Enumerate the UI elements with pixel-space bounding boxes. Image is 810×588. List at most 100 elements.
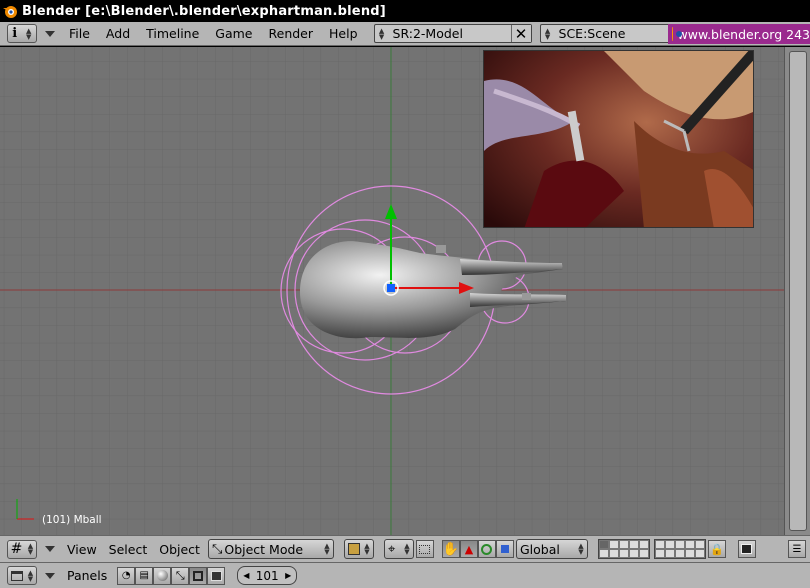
layer-button[interactable] xyxy=(628,540,639,549)
object-context-button[interactable]: ⤡ xyxy=(171,566,190,585)
panels-menu[interactable]: Panels xyxy=(61,568,113,583)
info-icon: i xyxy=(12,26,18,41)
layer-button[interactable] xyxy=(674,549,685,558)
menu-help[interactable]: Help xyxy=(321,24,366,44)
manipulator-toggle[interactable]: ✋ xyxy=(441,540,460,558)
menu-game[interactable]: Game xyxy=(207,24,260,44)
screen-selector[interactable]: ▲ ▼ SR:2-Model ✕ xyxy=(373,24,532,43)
3d-viewport[interactable]: (101) Mball xyxy=(0,47,784,535)
window-title-bar: Blender [e:\Blender\.blender\exphartman.… xyxy=(0,0,810,22)
blender-url-link[interactable]: www.blender.org 243 xyxy=(668,24,810,44)
scrollbar-thumb[interactable] xyxy=(789,51,807,531)
info-header: i ▲ ▼ File Add Timeline Game Render Help … xyxy=(0,22,810,46)
menu-render[interactable]: Render xyxy=(261,24,322,44)
layer-button[interactable] xyxy=(664,549,675,558)
header-scroll-right-button[interactable]: ☰ xyxy=(787,540,806,558)
scene-context-button[interactable] xyxy=(207,566,226,585)
menu-timeline[interactable]: Timeline xyxy=(138,24,207,44)
layer-button[interactable] xyxy=(618,549,629,558)
rotate-manipulator-button[interactable] xyxy=(477,540,496,558)
render-preview-button[interactable] xyxy=(737,540,756,558)
layer-button[interactable] xyxy=(608,549,619,558)
editor-type-button[interactable]: ▲ ▼ xyxy=(7,566,37,585)
layer-button[interactable] xyxy=(694,540,705,549)
pivot-selector[interactable]: ⌖ ▲ ▼ xyxy=(383,539,414,559)
layer-button[interactable] xyxy=(608,540,619,549)
active-object-label: (101) Mball xyxy=(42,514,102,526)
chevron-down-icon xyxy=(45,572,55,579)
render-image-icon xyxy=(210,570,222,581)
updown-icon: ▲ ▼ xyxy=(26,26,32,41)
editing-context-button[interactable] xyxy=(189,566,208,585)
buttons-window-header: ▲ ▼ Panels ◔ ▤ ⤡ ◀ 101 ▶ xyxy=(0,562,810,588)
menu-select[interactable]: Select xyxy=(103,542,154,557)
layer-button[interactable] xyxy=(628,549,639,558)
layer-buttons-group-1[interactable] xyxy=(597,539,650,559)
shading-context-button[interactable] xyxy=(153,566,172,585)
updown-icon: ▲ ▼ xyxy=(378,26,385,41)
layer-buttons-group-2[interactable] xyxy=(653,539,706,559)
pacman-icon: ◔ xyxy=(121,570,131,581)
increment-arrow-icon[interactable]: ▶ xyxy=(285,571,291,580)
blender-eye-icon xyxy=(672,27,678,41)
updown-icon: ▲ ▼ xyxy=(404,542,410,556)
layer-button[interactable] xyxy=(684,549,695,558)
layer-button[interactable] xyxy=(638,549,649,558)
menu-object[interactable]: Object xyxy=(153,542,206,557)
translate-manipulator-button[interactable]: ▲ xyxy=(459,540,478,558)
draw-type-selector[interactable]: ▲ ▼ xyxy=(343,539,374,559)
logic-context-button[interactable]: ◔ xyxy=(117,566,136,585)
script-context-button[interactable]: ▤ xyxy=(135,566,154,585)
viewport-scrollbar[interactable] xyxy=(784,47,810,535)
triangle-icon: ▲ xyxy=(464,542,474,556)
updown-icon: ▲ ▼ xyxy=(364,542,370,556)
layer-button[interactable] xyxy=(664,540,675,549)
window-title: Blender [e:\Blender\.blender\exphartman.… xyxy=(22,3,386,19)
updown-icon: ▲ ▼ xyxy=(578,542,584,556)
layer-button[interactable] xyxy=(598,549,609,558)
screen-name[interactable]: SR:2-Model xyxy=(389,26,511,41)
sphere-icon xyxy=(156,570,168,581)
collapse-menu-toggle[interactable] xyxy=(45,572,55,579)
dotted-box-icon xyxy=(419,544,431,554)
menu-view[interactable]: View xyxy=(61,542,103,557)
layer-button[interactable] xyxy=(598,540,609,549)
scale-manipulator-button[interactable] xyxy=(495,540,514,558)
decrement-arrow-icon[interactable]: ◀ xyxy=(243,571,249,580)
layer-button[interactable] xyxy=(654,549,665,558)
mode-label: Object Mode xyxy=(224,541,304,557)
list-icon: ☰ xyxy=(792,543,802,555)
layer-button[interactable] xyxy=(674,540,685,549)
edit-square-icon xyxy=(193,570,204,581)
square-icon xyxy=(500,545,509,553)
collapse-menu-toggle[interactable] xyxy=(45,30,55,37)
solid-cube-icon xyxy=(347,543,360,555)
mode-selector[interactable]: ⤡ Object Mode ▲ ▼ xyxy=(207,539,334,559)
window-type-button[interactable]: i ▲ ▼ xyxy=(7,24,37,43)
ring-icon xyxy=(481,543,493,555)
layer-button[interactable] xyxy=(694,549,705,558)
layer-button[interactable] xyxy=(684,540,695,549)
buttons-editor-icon xyxy=(10,570,23,581)
updown-icon: ▲ ▼ xyxy=(27,542,34,556)
3d-view-header: # ▲ ▼ View Select Object ⤡ Object Mode ▲ ▼… xyxy=(0,535,810,562)
delete-screen-close-icon[interactable]: ✕ xyxy=(510,25,531,43)
layer-button[interactable] xyxy=(618,540,629,549)
layer-button[interactable] xyxy=(654,540,665,549)
editor-type-button[interactable]: # ▲ ▼ xyxy=(7,539,37,559)
frame-number-field[interactable]: ◀ 101 ▶ xyxy=(237,566,298,585)
frame-value: 101 xyxy=(255,568,279,583)
orientation-label: Global xyxy=(519,541,560,557)
surgical-endoscopy-photo xyxy=(483,50,754,228)
grid-editor-icon: # xyxy=(10,541,23,557)
lock-layer-button[interactable]: 🔒 xyxy=(707,540,726,558)
scene-name[interactable]: SCE:Scene xyxy=(555,26,677,41)
collapse-menu-toggle[interactable] xyxy=(45,546,55,552)
hand-icon: ✋ xyxy=(442,541,460,557)
pivot-crosshair-icon: ⌖ xyxy=(387,541,396,557)
pivot-center-button[interactable] xyxy=(415,540,434,558)
layer-button[interactable] xyxy=(638,540,649,549)
menu-file[interactable]: File xyxy=(61,24,98,44)
menu-add[interactable]: Add xyxy=(98,24,138,44)
orientation-selector[interactable]: Global ▲ ▼ xyxy=(515,539,588,559)
